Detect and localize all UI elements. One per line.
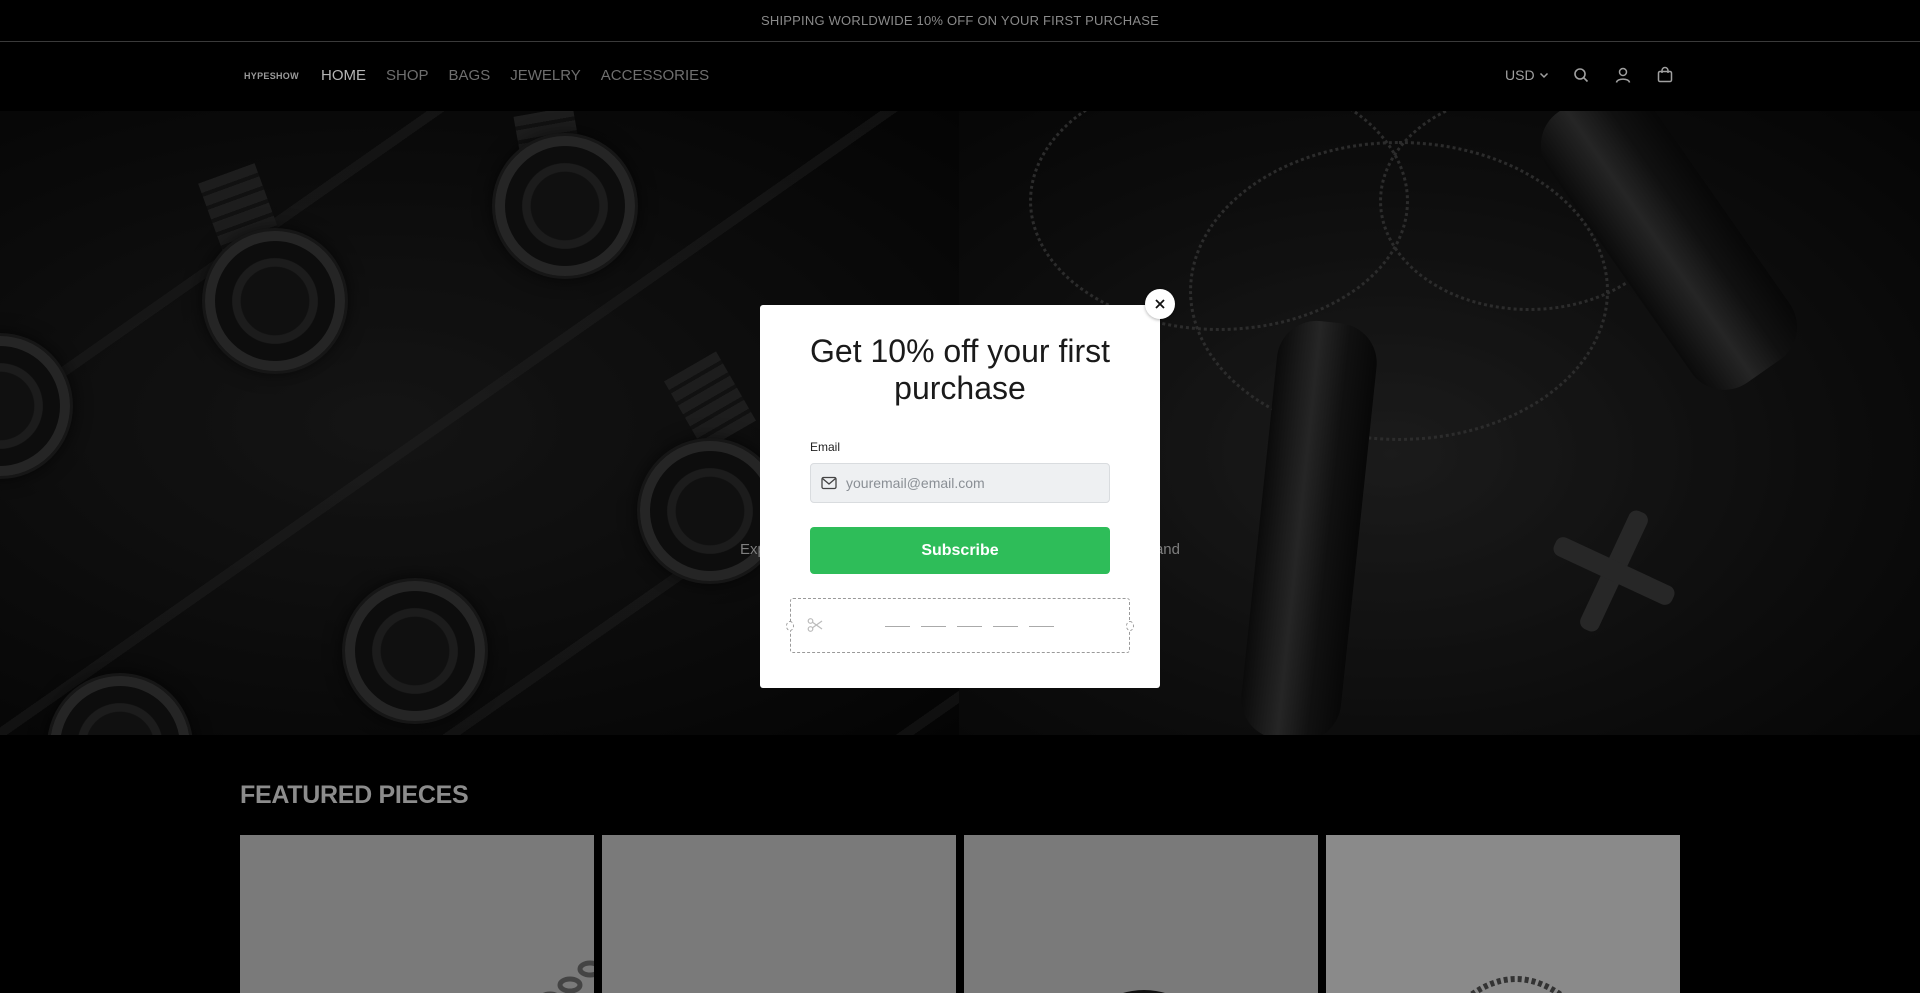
mail-icon	[821, 476, 837, 490]
close-icon	[1155, 299, 1165, 309]
scissors-icon	[807, 618, 823, 632]
email-field[interactable]	[810, 463, 1110, 503]
popup-title: Get 10% off your first purchase	[810, 333, 1110, 406]
coupon-placeholder	[786, 598, 1134, 653]
email-input[interactable]	[846, 475, 1096, 491]
subscribe-button[interactable]: Subscribe	[810, 527, 1110, 574]
email-label: Email	[810, 440, 841, 454]
close-button[interactable]	[1145, 289, 1175, 319]
discount-popup: Get 10% off your first purchase Email Su…	[760, 305, 1160, 688]
coupon-code-dashes	[885, 626, 1054, 627]
